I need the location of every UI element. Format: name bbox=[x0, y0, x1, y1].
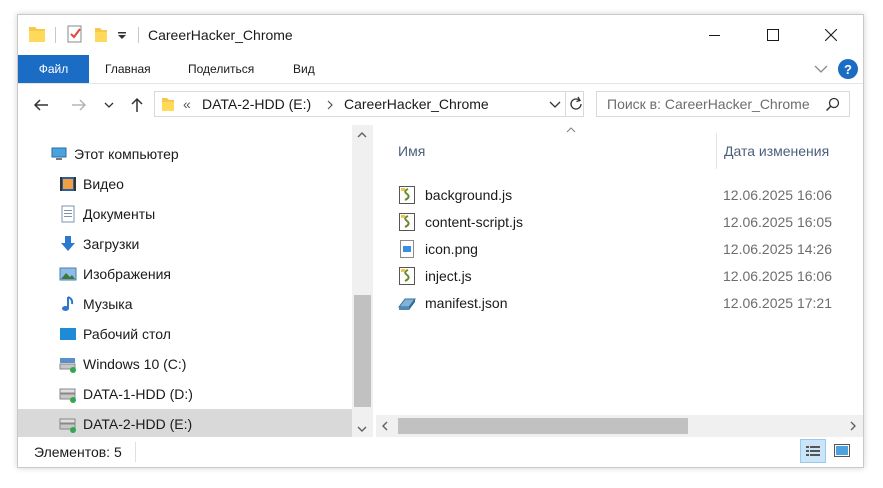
scrollbar-thumb[interactable] bbox=[398, 418, 688, 434]
item-count: Элементов: 5 bbox=[34, 444, 122, 460]
column-header-date[interactable]: Дата изменения bbox=[724, 143, 829, 159]
file-row-manifest-json[interactable]: manifest.json 12.06.2025 17:21 bbox=[398, 290, 848, 316]
forward-arrow-icon bbox=[72, 99, 87, 111]
search-box[interactable]: Поиск в: CareerHacker_Chrome bbox=[596, 91, 850, 117]
tab-share[interactable]: Поделиться bbox=[188, 55, 254, 83]
scroll-down-icon[interactable] bbox=[357, 425, 367, 433]
title-separator bbox=[55, 27, 56, 43]
js-file-icon bbox=[399, 213, 415, 231]
status-bar: Элементов: 5 bbox=[18, 437, 863, 467]
back-button[interactable] bbox=[30, 95, 52, 115]
nav-item-video[interactable]: Видео bbox=[18, 169, 352, 199]
drive-icon bbox=[59, 358, 76, 373]
documents-icon bbox=[61, 205, 75, 223]
column-header-name[interactable]: Имя bbox=[398, 143, 425, 159]
nav-item-music[interactable]: Музыка bbox=[18, 289, 352, 319]
nav-item-desktop[interactable]: Рабочий стол bbox=[18, 319, 352, 349]
maximize-icon bbox=[767, 29, 779, 41]
downloads-icon bbox=[61, 236, 75, 251]
tab-file[interactable]: Файл bbox=[18, 55, 89, 83]
up-button[interactable] bbox=[126, 95, 148, 115]
file-row-background-js[interactable]: background.js 12.06.2025 16:06 bbox=[398, 182, 848, 208]
address-bar[interactable]: « DATA-2-HDD (E:) CareerHacker_Chrome bbox=[154, 91, 584, 117]
tab-home[interactable]: Главная bbox=[105, 55, 151, 83]
large-icons-view-icon bbox=[834, 444, 850, 457]
music-icon bbox=[62, 296, 74, 311]
search-input[interactable]: Поиск в: CareerHacker_Chrome bbox=[607, 96, 810, 112]
file-list-scrollbar[interactable] bbox=[376, 415, 863, 437]
address-dropdown-icon[interactable] bbox=[549, 101, 561, 109]
folder-icon bbox=[162, 98, 174, 111]
forward-button[interactable] bbox=[68, 95, 90, 115]
nav-item-this-pc[interactable]: Этот компьютер bbox=[18, 139, 352, 169]
tab-view[interactable]: Вид bbox=[293, 55, 315, 83]
refresh-icon[interactable] bbox=[568, 96, 584, 112]
back-arrow-icon bbox=[33, 99, 48, 111]
video-icon bbox=[60, 177, 76, 191]
minimize-button[interactable] bbox=[686, 15, 744, 55]
pictures-icon bbox=[59, 267, 77, 281]
breadcrumb-drive[interactable]: DATA-2-HDD (E:) bbox=[202, 96, 311, 112]
js-file-icon bbox=[399, 186, 415, 204]
scrollbar-thumb[interactable] bbox=[354, 295, 371, 407]
breadcrumb-overflow[interactable]: « bbox=[183, 96, 191, 112]
nav-item-documents[interactable]: Документы bbox=[18, 199, 352, 229]
window-title: CareerHacker_Chrome bbox=[148, 27, 293, 43]
chevron-down-icon bbox=[104, 102, 114, 108]
nav-item-drive-c[interactable]: Windows 10 (C:) bbox=[18, 349, 352, 379]
status-divider bbox=[135, 442, 136, 462]
png-file-icon bbox=[400, 240, 414, 258]
properties-icon[interactable] bbox=[66, 24, 84, 44]
scroll-right-icon[interactable] bbox=[849, 421, 857, 431]
up-arrow-icon bbox=[131, 97, 143, 112]
close-icon bbox=[825, 29, 837, 41]
large-icons-view-button[interactable] bbox=[830, 439, 854, 463]
scroll-left-icon[interactable] bbox=[381, 421, 389, 431]
details-view-button[interactable] bbox=[800, 439, 826, 463]
file-row-inject-js[interactable]: inject.js 12.06.2025 16:06 bbox=[398, 263, 848, 289]
nav-item-drive-d[interactable]: DATA-1-HDD (D:) bbox=[18, 379, 352, 409]
nav-item-downloads[interactable]: Загрузки bbox=[18, 229, 352, 259]
breadcrumb-folder[interactable]: CareerHacker_Chrome bbox=[344, 96, 489, 112]
address-divider bbox=[565, 92, 566, 116]
recent-locations-button[interactable] bbox=[102, 95, 116, 115]
drive-icon bbox=[59, 418, 76, 433]
explorer-window: CareerHacker_Chrome Файл Главная Поделит… bbox=[17, 14, 864, 468]
navigation-pane: Этот компьютер Видео Документы Загрузки bbox=[18, 125, 373, 439]
customize-toolbar-icon[interactable] bbox=[116, 24, 128, 44]
minimize-icon bbox=[709, 35, 720, 36]
title-separator bbox=[138, 27, 139, 43]
ribbon-tabs: Файл Главная Поделиться Вид ? bbox=[18, 55, 863, 84]
folder-app-icon bbox=[29, 27, 45, 42]
title-bar: CareerHacker_Chrome bbox=[18, 15, 863, 55]
column-divider[interactable] bbox=[716, 133, 717, 169]
new-folder-icon[interactable] bbox=[92, 24, 110, 44]
help-button[interactable]: ? bbox=[838, 59, 858, 79]
details-view-icon bbox=[806, 446, 820, 456]
file-row-content-script-js[interactable]: content-script.js 12.06.2025 16:05 bbox=[398, 209, 848, 235]
js-file-icon bbox=[399, 267, 415, 285]
nav-item-drive-e[interactable]: DATA-2-HDD (E:) bbox=[18, 409, 352, 439]
breadcrumb-separator-icon[interactable] bbox=[327, 100, 334, 110]
maximize-button[interactable] bbox=[744, 15, 802, 55]
close-button[interactable] bbox=[802, 15, 860, 55]
scroll-up-icon[interactable] bbox=[357, 131, 367, 139]
desktop-icon bbox=[60, 328, 76, 340]
navigation-scrollbar[interactable] bbox=[352, 125, 373, 437]
file-row-icon-png[interactable]: icon.png 12.06.2025 14:26 bbox=[398, 236, 848, 262]
sort-ascending-icon bbox=[566, 127, 576, 133]
json-file-icon bbox=[398, 298, 416, 310]
computer-icon bbox=[51, 147, 67, 160]
drive-icon bbox=[59, 388, 76, 403]
file-list: Имя Дата изменения background.js 12.06.2… bbox=[376, 125, 863, 437]
expand-ribbon-icon[interactable] bbox=[814, 64, 828, 74]
search-icon[interactable] bbox=[825, 97, 840, 112]
nav-item-pictures[interactable]: Изображения bbox=[18, 259, 352, 289]
